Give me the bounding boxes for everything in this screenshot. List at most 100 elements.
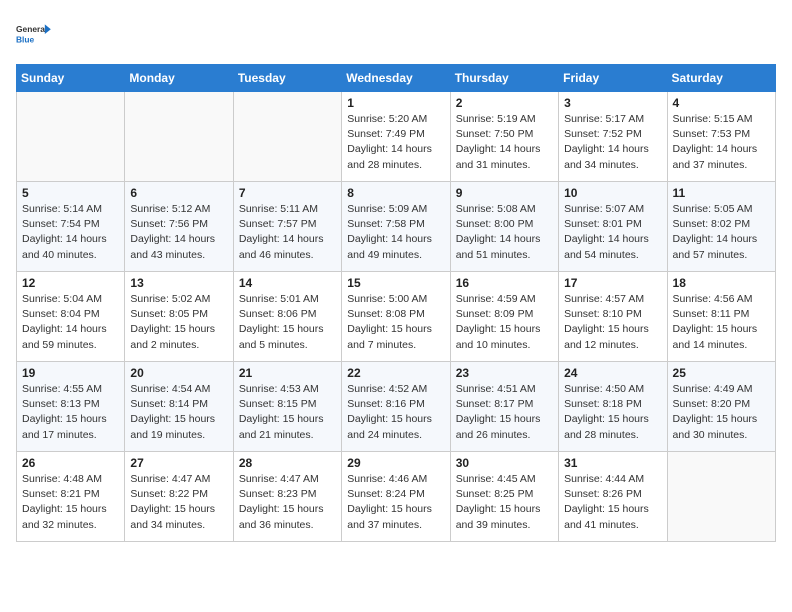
calendar-cell: 27 Sunrise: 4:47 AMSunset: 8:22 PMDayligh…	[125, 452, 233, 542]
day-info: Sunrise: 4:49 AMSunset: 8:20 PMDaylight:…	[673, 382, 770, 443]
calendar-cell: 9 Sunrise: 5:08 AMSunset: 8:00 PMDaylight…	[450, 182, 558, 272]
calendar-table: SundayMondayTuesdayWednesdayThursdayFrid…	[16, 64, 776, 542]
calendar-cell: 28 Sunrise: 4:47 AMSunset: 8:23 PMDayligh…	[233, 452, 341, 542]
day-info: Sunrise: 5:08 AMSunset: 8:00 PMDaylight:…	[456, 202, 553, 263]
calendar-cell: 12Sunrise: 5:04 AMSunset: 8:04 PMDayligh…	[17, 272, 125, 362]
day-number: 16	[456, 276, 553, 290]
day-info: Sunrise: 4:47 AMSunset: 8:23 PMDaylight:…	[239, 472, 336, 533]
day-number: 13	[130, 276, 227, 290]
day-info: Sunrise: 4:47 AMSunset: 8:22 PMDaylight:…	[130, 472, 227, 533]
day-info: Sunrise: 5:02 AMSunset: 8:05 PMDaylight:…	[130, 292, 227, 353]
calendar-cell: 13 Sunrise: 5:02 AMSunset: 8:05 PMDayligh…	[125, 272, 233, 362]
calendar-cell: 1 Sunrise: 5:20 AMSunset: 7:49 PMDaylight…	[342, 92, 450, 182]
day-number: 23	[456, 366, 553, 380]
calendar-cell: 8 Sunrise: 5:09 AMSunset: 7:58 PMDaylight…	[342, 182, 450, 272]
calendar-cell: 16 Sunrise: 4:59 AMSunset: 8:09 PMDayligh…	[450, 272, 558, 362]
day-number: 21	[239, 366, 336, 380]
day-number: 10	[564, 186, 661, 200]
day-number: 22	[347, 366, 444, 380]
day-number: 25	[673, 366, 770, 380]
day-info: Sunrise: 4:50 AMSunset: 8:18 PMDaylight:…	[564, 382, 661, 443]
calendar-cell: 17 Sunrise: 4:57 AMSunset: 8:10 PMDayligh…	[559, 272, 667, 362]
calendar-week-row: 12Sunrise: 5:04 AMSunset: 8:04 PMDayligh…	[17, 272, 776, 362]
calendar-cell: 6 Sunrise: 5:12 AMSunset: 7:56 PMDaylight…	[125, 182, 233, 272]
day-number: 31	[564, 456, 661, 470]
day-info: Sunrise: 5:07 AMSunset: 8:01 PMDaylight:…	[564, 202, 661, 263]
calendar-week-row: 26 Sunrise: 4:48 AMSunset: 8:21 PMDayligh…	[17, 452, 776, 542]
calendar-cell	[125, 92, 233, 182]
calendar-cell: 29 Sunrise: 4:46 AMSunset: 8:24 PMDayligh…	[342, 452, 450, 542]
calendar-cell: 21 Sunrise: 4:53 AMSunset: 8:15 PMDayligh…	[233, 362, 341, 452]
day-number: 28	[239, 456, 336, 470]
calendar-cell: 30 Sunrise: 4:45 AMSunset: 8:25 PMDayligh…	[450, 452, 558, 542]
day-number: 27	[130, 456, 227, 470]
day-number: 5	[22, 186, 119, 200]
day-number: 18	[673, 276, 770, 290]
calendar-cell: 31 Sunrise: 4:44 AMSunset: 8:26 PMDayligh…	[559, 452, 667, 542]
day-info: Sunrise: 4:59 AMSunset: 8:09 PMDaylight:…	[456, 292, 553, 353]
weekday-header-thursday: Thursday	[450, 65, 558, 92]
day-info: Sunrise: 5:15 AMSunset: 7:53 PMDaylight:…	[673, 112, 770, 173]
calendar-week-row: 5Sunrise: 5:14 AMSunset: 7:54 PMDaylight…	[17, 182, 776, 272]
day-number: 2	[456, 96, 553, 110]
weekday-header-friday: Friday	[559, 65, 667, 92]
svg-text:General: General	[16, 24, 47, 34]
day-number: 11	[673, 186, 770, 200]
day-info: Sunrise: 5:11 AMSunset: 7:57 PMDaylight:…	[239, 202, 336, 263]
weekday-header-saturday: Saturday	[667, 65, 775, 92]
day-info: Sunrise: 5:01 AMSunset: 8:06 PMDaylight:…	[239, 292, 336, 353]
day-number: 19	[22, 366, 119, 380]
day-info: Sunrise: 4:53 AMSunset: 8:15 PMDaylight:…	[239, 382, 336, 443]
calendar-week-row: 19Sunrise: 4:55 AMSunset: 8:13 PMDayligh…	[17, 362, 776, 452]
calendar-cell: 7Sunrise: 5:11 AMSunset: 7:57 PMDaylight…	[233, 182, 341, 272]
day-info: Sunrise: 4:51 AMSunset: 8:17 PMDaylight:…	[456, 382, 553, 443]
calendar-cell: 22 Sunrise: 4:52 AMSunset: 8:16 PMDayligh…	[342, 362, 450, 452]
weekday-header-tuesday: Tuesday	[233, 65, 341, 92]
day-info: Sunrise: 5:20 AMSunset: 7:49 PMDaylight:…	[347, 112, 444, 173]
day-number: 20	[130, 366, 227, 380]
day-info: Sunrise: 4:48 AMSunset: 8:21 PMDaylight:…	[22, 472, 119, 533]
logo-icon: GeneralBlue	[16, 16, 52, 52]
day-info: Sunrise: 4:52 AMSunset: 8:16 PMDaylight:…	[347, 382, 444, 443]
day-number: 8	[347, 186, 444, 200]
calendar-cell: 4 Sunrise: 5:15 AMSunset: 7:53 PMDaylight…	[667, 92, 775, 182]
day-number: 17	[564, 276, 661, 290]
day-info: Sunrise: 4:45 AMSunset: 8:25 PMDaylight:…	[456, 472, 553, 533]
day-number: 30	[456, 456, 553, 470]
calendar-cell: 2 Sunrise: 5:19 AMSunset: 7:50 PMDaylight…	[450, 92, 558, 182]
calendar-week-row: 1 Sunrise: 5:20 AMSunset: 7:49 PMDaylight…	[17, 92, 776, 182]
logo: GeneralBlue	[16, 16, 52, 52]
day-info: Sunrise: 4:57 AMSunset: 8:10 PMDaylight:…	[564, 292, 661, 353]
weekday-header-wednesday: Wednesday	[342, 65, 450, 92]
day-number: 6	[130, 186, 227, 200]
calendar-cell: 14 Sunrise: 5:01 AMSunset: 8:06 PMDayligh…	[233, 272, 341, 362]
day-info: Sunrise: 4:44 AMSunset: 8:26 PMDaylight:…	[564, 472, 661, 533]
day-number: 14	[239, 276, 336, 290]
day-info: Sunrise: 5:05 AMSunset: 8:02 PMDaylight:…	[673, 202, 770, 263]
calendar-cell: 25 Sunrise: 4:49 AMSunset: 8:20 PMDayligh…	[667, 362, 775, 452]
calendar-cell: 23 Sunrise: 4:51 AMSunset: 8:17 PMDayligh…	[450, 362, 558, 452]
day-info: Sunrise: 5:12 AMSunset: 7:56 PMDaylight:…	[130, 202, 227, 263]
calendar-header-row: SundayMondayTuesdayWednesdayThursdayFrid…	[17, 65, 776, 92]
day-info: Sunrise: 5:19 AMSunset: 7:50 PMDaylight:…	[456, 112, 553, 173]
day-number: 1	[347, 96, 444, 110]
day-number: 9	[456, 186, 553, 200]
day-number: 26	[22, 456, 119, 470]
page-header: GeneralBlue	[16, 16, 776, 52]
calendar-cell: 3Sunrise: 5:17 AMSunset: 7:52 PMDaylight…	[559, 92, 667, 182]
calendar-cell	[667, 452, 775, 542]
day-number: 29	[347, 456, 444, 470]
day-info: Sunrise: 5:09 AMSunset: 7:58 PMDaylight:…	[347, 202, 444, 263]
day-number: 15	[347, 276, 444, 290]
calendar-cell: 18Sunrise: 4:56 AMSunset: 8:11 PMDayligh…	[667, 272, 775, 362]
calendar-cell: 11 Sunrise: 5:05 AMSunset: 8:02 PMDayligh…	[667, 182, 775, 272]
calendar-cell: 20Sunrise: 4:54 AMSunset: 8:14 PMDayligh…	[125, 362, 233, 452]
day-number: 3	[564, 96, 661, 110]
day-info: Sunrise: 4:46 AMSunset: 8:24 PMDaylight:…	[347, 472, 444, 533]
calendar-cell: 26 Sunrise: 4:48 AMSunset: 8:21 PMDayligh…	[17, 452, 125, 542]
calendar-cell	[17, 92, 125, 182]
day-number: 4	[673, 96, 770, 110]
svg-text:Blue: Blue	[16, 34, 35, 44]
day-info: Sunrise: 5:00 AMSunset: 8:08 PMDaylight:…	[347, 292, 444, 353]
weekday-header-monday: Monday	[125, 65, 233, 92]
